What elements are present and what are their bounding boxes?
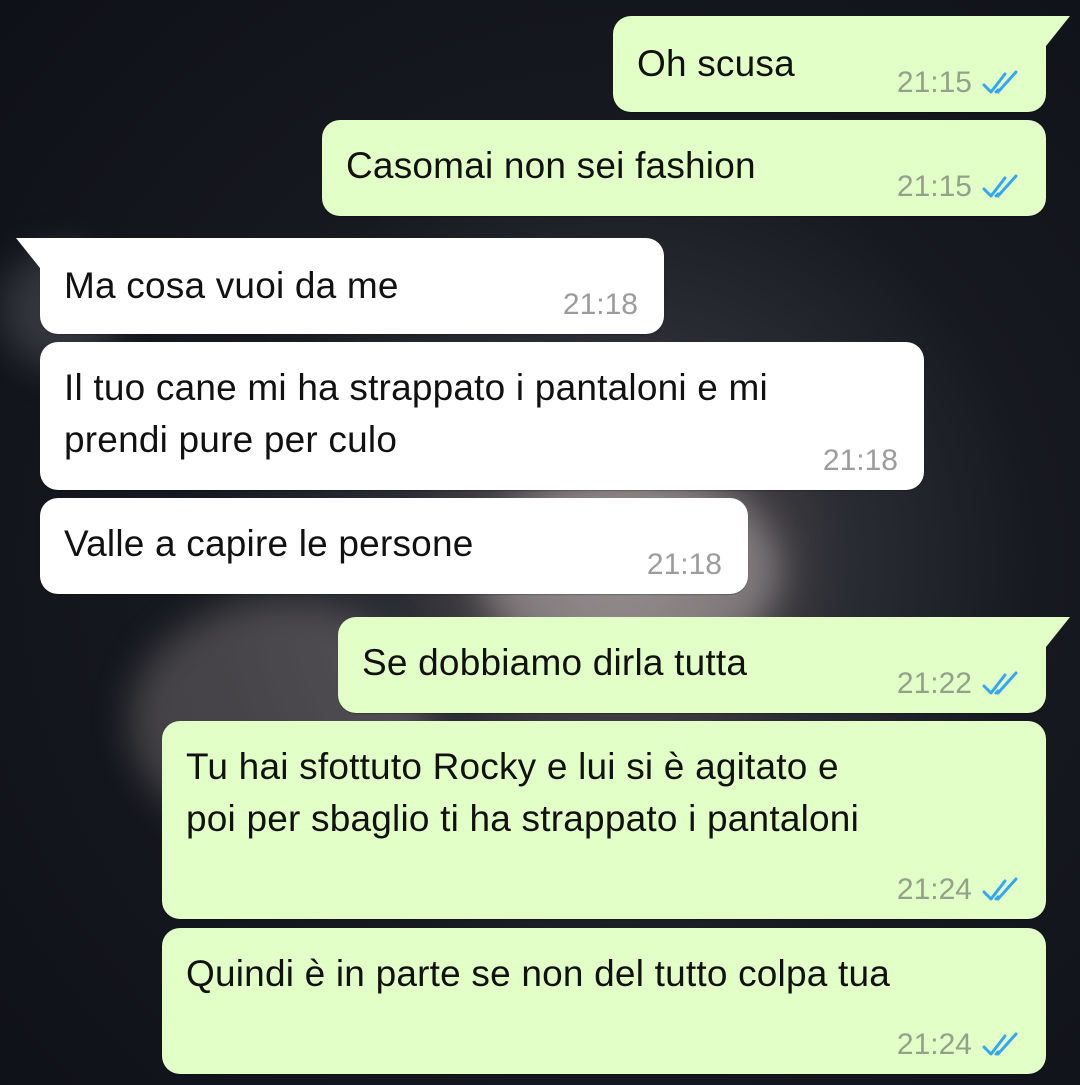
message-outgoing[interactable]: Quindi è in parte se non del tutto colpa… xyxy=(162,928,1046,1074)
double-check-read-icon xyxy=(982,174,1018,198)
double-check-read-icon xyxy=(982,877,1018,901)
message-meta: 21:24 xyxy=(897,875,1020,905)
message-outgoing[interactable]: Casomai non sei fashion 21:15 xyxy=(322,120,1046,216)
message-meta: 21:15 xyxy=(897,68,1020,98)
message-meta: 21:18 xyxy=(823,446,898,476)
message-text: Oh scusa xyxy=(637,43,795,84)
message-text: Quindi è in parte se non del tutto colpa… xyxy=(186,953,891,994)
message-time: 21:18 xyxy=(562,288,638,321)
bubble-tail xyxy=(16,238,40,268)
message-incoming[interactable]: Ma cosa vuoi da me 21:18 xyxy=(16,238,664,334)
double-check-read-icon xyxy=(982,671,1018,695)
message-text: Ma cosa vuoi da me xyxy=(64,265,399,306)
message-text: Casomai non sei fashion xyxy=(346,145,756,186)
double-check-read-icon xyxy=(982,1032,1018,1056)
chat-area[interactable]: Oh scusa 21:15 Casomai non sei fashion 2… xyxy=(0,0,1080,1085)
message-text: Tu hai sfottuto Rocky e lui si è agitato… xyxy=(186,746,859,839)
bubble-tail xyxy=(1046,617,1070,647)
message-meta: 21:18 xyxy=(563,290,638,320)
message-time: 21:24 xyxy=(896,1028,972,1061)
message-time: 21:22 xyxy=(896,667,972,700)
message-text: Il tuo cane mi ha strappato i pantaloni … xyxy=(64,367,768,460)
message-meta: 21:22 xyxy=(897,669,1020,699)
message-meta: 21:18 xyxy=(647,550,722,580)
message-time: 21:18 xyxy=(646,548,722,581)
message-outgoing[interactable]: Oh scusa 21:15 xyxy=(613,16,1070,112)
message-incoming[interactable]: Il tuo cane mi ha strappato i pantaloni … xyxy=(40,342,924,490)
message-outgoing[interactable]: Se dobbiamo dirla tutta 21:22 xyxy=(338,617,1070,713)
message-meta: 21:24 xyxy=(897,1030,1020,1060)
message-time: 21:15 xyxy=(896,66,972,99)
message-incoming[interactable]: Valle a capire le persone 21:18 xyxy=(40,498,748,594)
message-time: 21:15 xyxy=(896,170,972,203)
message-text: Valle a capire le persone xyxy=(64,523,474,564)
bubble-tail xyxy=(1046,16,1070,46)
double-check-read-icon xyxy=(982,70,1018,94)
message-time: 21:24 xyxy=(896,873,972,906)
message-time: 21:18 xyxy=(822,444,898,477)
message-outgoing[interactable]: Tu hai sfottuto Rocky e lui si è agitato… xyxy=(162,721,1046,919)
message-meta: 21:15 xyxy=(897,172,1020,202)
message-text: Se dobbiamo dirla tutta xyxy=(362,642,748,683)
